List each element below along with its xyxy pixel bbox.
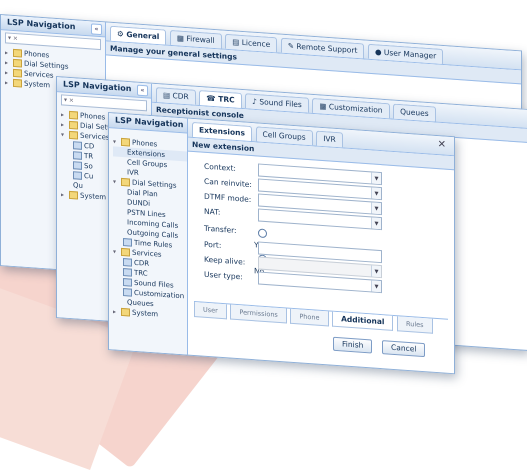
collapse-icon[interactable]: « bbox=[91, 23, 102, 36]
front-sidebar: LSP Navigation ▾ Phones Extensions Cell G… bbox=[109, 113, 188, 355]
tab-queues[interactable]: Queues bbox=[393, 103, 436, 122]
phone-icon bbox=[73, 171, 82, 180]
tab-phone[interactable]: Phone bbox=[290, 308, 329, 327]
folder-icon bbox=[13, 48, 22, 58]
phone-icon bbox=[73, 151, 82, 160]
folder-icon bbox=[121, 247, 130, 257]
keep-alive-label: Keep alive: bbox=[204, 254, 246, 267]
tab-permissions[interactable]: Permissions bbox=[230, 304, 287, 324]
folder-icon bbox=[13, 78, 22, 88]
collapse-icon[interactable]: « bbox=[137, 84, 148, 97]
sound-icon bbox=[123, 278, 132, 287]
folder-icon bbox=[69, 190, 78, 200]
folder-icon bbox=[69, 110, 78, 120]
folder-icon bbox=[13, 58, 22, 68]
close-icon[interactable]: ✕ bbox=[438, 139, 446, 151]
context-label: Context: bbox=[204, 161, 236, 173]
tab-rules[interactable]: Rules bbox=[397, 316, 433, 334]
transfer-yes-radio[interactable] bbox=[258, 227, 267, 238]
user-type-label: User type: bbox=[204, 269, 243, 282]
customization-icon bbox=[123, 288, 132, 297]
extension-form: Context: Can reinvite: DTMF mode: NAT: T… bbox=[188, 155, 454, 374]
folder-icon bbox=[121, 307, 130, 317]
port-label: Port: bbox=[204, 239, 222, 250]
tab-user[interactable]: User bbox=[194, 302, 227, 320]
nat-label: NAT: bbox=[204, 206, 221, 217]
bottom-tabs: User Permissions Phone Additional Rules bbox=[194, 301, 448, 336]
phone-icon bbox=[73, 161, 82, 170]
front-window: LSP Navigation ▾ Phones Extensions Cell G… bbox=[108, 112, 455, 375]
phone-icon bbox=[123, 268, 132, 277]
clock-icon bbox=[123, 238, 132, 247]
front-main: Extensions Cell Groups IVR ✕ New extensi… bbox=[188, 118, 454, 374]
folder-icon bbox=[69, 120, 78, 130]
folder-icon bbox=[121, 137, 130, 147]
front-tree: ▾ Phones Extensions Cell Groups IVR ▾ Dial… bbox=[109, 128, 187, 321]
folder-icon bbox=[69, 130, 78, 140]
tab-cdr[interactable]: ▤ CDR bbox=[156, 86, 196, 105]
tab-trc[interactable]: ☎ TRC bbox=[199, 90, 242, 108]
phone-icon bbox=[73, 141, 82, 150]
tab-ivr[interactable]: IVR bbox=[316, 130, 343, 148]
tab-additional[interactable]: Additional bbox=[332, 311, 394, 331]
can-reinvite-label: Can reinvite: bbox=[204, 176, 252, 190]
folder-icon bbox=[13, 68, 22, 78]
cancel-button[interactable]: Cancel bbox=[382, 340, 426, 358]
dtmf-mode-label: DTMF mode: bbox=[204, 191, 252, 205]
document-icon bbox=[123, 258, 132, 267]
folder-icon bbox=[121, 177, 130, 187]
finish-button[interactable]: Finish bbox=[333, 336, 373, 354]
back-main: ⚙ General ▦ Firewall ▤ Licence ✎ Remote … bbox=[106, 22, 521, 85]
